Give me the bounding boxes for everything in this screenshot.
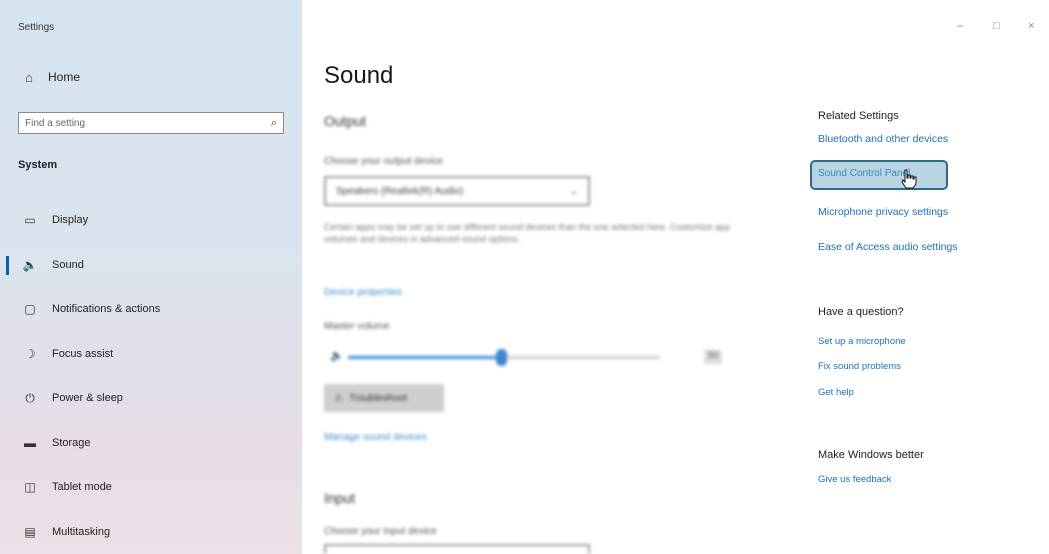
search-placeholder: Find a setting (25, 117, 86, 129)
maximize-button[interactable]: □ (993, 20, 1000, 32)
question-heading: Have a question? (818, 306, 904, 318)
get-help-link[interactable]: Get help (818, 387, 854, 398)
input-heading: Input (324, 490, 356, 506)
search-icon: ⌕ (270, 116, 277, 129)
storage-icon: ▬ (24, 435, 36, 450)
close-button[interactable]: × (1028, 20, 1034, 32)
sidebar-item-tablet-mode[interactable]: ◫ Tablet mode (0, 465, 302, 510)
make-windows-better-heading: Make Windows better (818, 449, 924, 461)
sidebar-item-notifications[interactable]: ▢ Notifications & actions (0, 287, 302, 332)
set-up-microphone-link[interactable]: Set up a microphone (818, 336, 906, 347)
sidebar-item-storage[interactable]: ▬ Storage (0, 421, 302, 466)
input-device-dropdown[interactable] (324, 544, 590, 554)
notifications-icon: ▢ (24, 302, 36, 317)
output-description: Certain apps may be set up to use differ… (324, 222, 731, 244)
multitasking-icon: ▤ (24, 524, 36, 539)
sidebar-item-power[interactable]: ⏻ Power & sleep (0, 376, 302, 421)
sidebar-item-multitasking[interactable]: ▤ Multitasking (0, 510, 302, 554)
manage-devices-link[interactable]: Manage sound devices (324, 432, 427, 443)
troubleshoot-button[interactable]: ⚠ Troubleshoot (324, 384, 444, 412)
power-icon: ⏻ (25, 390, 35, 405)
output-device-dropdown[interactable]: Speakers (Realtek(R) Audio) ⌄ (324, 176, 590, 206)
window-title: Settings (18, 22, 55, 33)
sidebar-item-display[interactable]: ▭ Display (0, 198, 302, 243)
focus-assist-icon: ☽ (24, 346, 36, 361)
volume-value: 50 (704, 350, 722, 364)
sidebar-item-label: Sound (52, 258, 84, 271)
search-input[interactable]: Find a setting ⌕ (18, 112, 284, 134)
volume-slider-thumb[interactable] (496, 349, 507, 366)
volume-icon: 🔈 (330, 350, 344, 362)
sidebar-item-sound[interactable]: 🔈 Sound (0, 243, 302, 288)
input-device-label: Choose your input device (324, 526, 437, 537)
sidebar-item-label: Focus assist (52, 347, 114, 360)
minimize-button[interactable]: – (957, 20, 963, 32)
section-title: System (18, 159, 58, 171)
sidebar-item-label: Storage (52, 436, 91, 449)
output-heading: Output (324, 113, 367, 129)
troubleshoot-label: Troubleshoot (348, 392, 407, 404)
volume-label: Master volume (324, 321, 390, 332)
sound-icon: 🔈 (22, 257, 38, 272)
hand-cursor-icon (901, 169, 917, 189)
page-title: Sound (324, 62, 394, 89)
related-settings-heading: Related Settings (818, 110, 899, 122)
sidebar-item-label: Multitasking (52, 525, 111, 538)
sidebar-item-label: Tablet mode (52, 481, 112, 494)
ease-of-access-audio-link[interactable]: Ease of Access audio settings (818, 241, 958, 253)
sidebar-item-label: Display (52, 214, 89, 227)
fix-sound-problems-link[interactable]: Fix sound problems (818, 361, 901, 372)
output-device-label: Choose your output device (324, 156, 443, 167)
sidebar: Settings ⌂ Home Find a setting ⌕ System … (0, 0, 302, 554)
home-icon: ⌂ (25, 69, 33, 85)
volume-slider-track[interactable] (502, 356, 660, 359)
output-device-value: Speakers (Realtek(R) Audio) (336, 185, 464, 197)
device-properties-link[interactable]: Device properties (324, 287, 402, 298)
sidebar-item-label: Notifications & actions (52, 303, 161, 316)
sidebar-item-label: Power & sleep (52, 392, 123, 405)
volume-slider-fill[interactable] (348, 356, 502, 359)
microphone-privacy-link[interactable]: Microphone privacy settings (818, 206, 948, 218)
sound-control-panel-link[interactable]: Sound Control Panel (818, 168, 910, 179)
bluetooth-link[interactable]: Bluetooth and other devices (818, 133, 948, 145)
give-feedback-link[interactable]: Give us feedback (818, 474, 891, 485)
home-button[interactable]: ⌂ Home (20, 66, 80, 88)
warning-icon: ⚠ (334, 392, 343, 404)
sidebar-nav: ▭ Display 🔈 Sound ▢ Notifications & acti… (0, 198, 302, 554)
tablet-mode-icon: ◫ (24, 480, 36, 495)
sidebar-item-focus-assist[interactable]: ☽ Focus assist (0, 332, 302, 377)
display-icon: ▭ (24, 213, 36, 228)
chevron-down-icon: ⌄ (569, 185, 578, 197)
home-label: Home (48, 70, 81, 84)
